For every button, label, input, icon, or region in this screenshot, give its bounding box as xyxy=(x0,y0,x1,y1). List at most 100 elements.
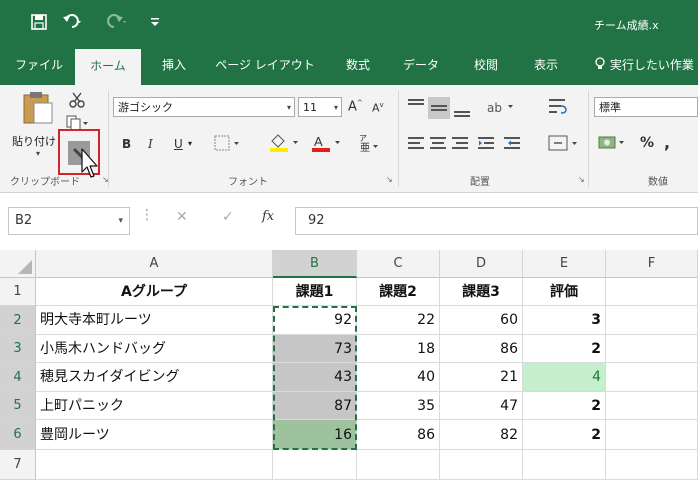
cell-f1[interactable] xyxy=(606,278,698,306)
formula-input[interactable]: 92 xyxy=(295,207,698,235)
number-format-select[interactable]: 標準 xyxy=(594,97,698,117)
cell-d7[interactable] xyxy=(440,450,523,480)
cell-c3[interactable]: 18 xyxy=(357,335,440,363)
cell-e2[interactable]: 3 xyxy=(523,306,606,335)
underline-button[interactable]: U xyxy=(174,137,183,151)
row-header-6[interactable]: 6 xyxy=(0,420,36,450)
column-header-e[interactable]: E xyxy=(523,250,606,278)
cell-a2[interactable]: 明大寺本町ルーツ xyxy=(36,306,273,335)
tab-insert[interactable]: 挿入 xyxy=(146,45,202,85)
insert-function-button[interactable]: fx xyxy=(262,209,274,224)
column-header-f[interactable]: F xyxy=(606,250,698,278)
paste-dropdown-icon[interactable]: ▾ xyxy=(36,149,40,158)
orientation-icon[interactable]: ab xyxy=(486,97,516,120)
row-header-4[interactable]: 4 xyxy=(0,363,36,392)
bold-button[interactable]: B xyxy=(122,137,131,151)
cell-d3[interactable]: 86 xyxy=(440,335,523,363)
row-header-2[interactable]: 2 xyxy=(0,306,36,335)
row-header-3[interactable]: 3 xyxy=(0,335,36,363)
font-name-select[interactable]: 游ゴシック ▾ xyxy=(113,97,295,117)
cell-c1[interactable]: 課題2 xyxy=(357,278,440,306)
percent-button[interactable]: % xyxy=(640,135,654,151)
cell-b5[interactable]: 87 xyxy=(273,392,357,420)
tab-data[interactable]: データ xyxy=(390,45,452,85)
cell-b6[interactable]: 16 xyxy=(273,420,357,450)
select-all-button[interactable] xyxy=(0,250,36,278)
tab-review[interactable]: 校閲 xyxy=(458,45,514,85)
cell-d5[interactable]: 47 xyxy=(440,392,523,420)
cell-d2[interactable]: 60 xyxy=(440,306,523,335)
cell-a3[interactable]: 小馬木ハンドバッグ xyxy=(36,335,273,363)
wrap-text-icon[interactable] xyxy=(548,97,568,120)
align-buttons-icon[interactable] xyxy=(408,135,528,154)
row-header-7[interactable]: 7 xyxy=(0,450,36,480)
cell-c5[interactable]: 35 xyxy=(357,392,440,420)
cell-f2[interactable] xyxy=(606,306,698,335)
tab-formulas[interactable]: 数式 xyxy=(330,45,386,85)
border-icon[interactable] xyxy=(214,135,242,154)
cut-icon[interactable] xyxy=(68,91,86,112)
decrease-font-icon[interactable]: Av xyxy=(372,101,384,115)
cell-f6[interactable] xyxy=(606,420,698,450)
fill-color-icon[interactable] xyxy=(268,133,302,156)
cell-f5[interactable] xyxy=(606,392,698,420)
row-header-5[interactable]: 5 xyxy=(0,392,36,420)
cell-e1[interactable]: 評価 xyxy=(523,278,606,306)
cell-e4[interactable]: 4 xyxy=(523,363,606,392)
font-size-select[interactable]: 11 ▾ xyxy=(298,97,342,117)
cell-c7[interactable] xyxy=(357,450,440,480)
undo-icon[interactable] xyxy=(62,12,84,34)
enter-icon[interactable]: ✓ xyxy=(222,209,234,225)
cell-b4[interactable]: 43 xyxy=(273,363,357,392)
cell-c6[interactable]: 86 xyxy=(357,420,440,450)
tab-page-layout[interactable]: ページ レイアウト xyxy=(206,45,324,85)
phonetic-icon[interactable]: ア亜 xyxy=(357,131,381,158)
cell-f3[interactable] xyxy=(606,335,698,363)
customize-icon[interactable] xyxy=(150,14,160,32)
cell-a4[interactable]: 穂見スカイダイビング xyxy=(36,363,273,392)
alignment-launcher-icon[interactable]: ↘ xyxy=(578,175,585,184)
cancel-icon[interactable]: ✕ xyxy=(176,209,188,225)
cell-d4[interactable]: 21 xyxy=(440,363,523,392)
cell-a1[interactable]: Aグループ xyxy=(36,278,273,306)
comma-button[interactable]: , xyxy=(664,133,670,152)
chevron-down-icon[interactable]: ▾ xyxy=(188,139,192,148)
column-header-d[interactable]: D xyxy=(440,250,523,278)
cell-d1[interactable]: 課題3 xyxy=(440,278,523,306)
cell-a6[interactable]: 豊岡ルーツ xyxy=(36,420,273,450)
align-top-icon[interactable] xyxy=(408,97,480,122)
italic-button[interactable]: I xyxy=(148,137,153,151)
cell-e3[interactable]: 2 xyxy=(523,335,606,363)
paste-label[interactable]: 貼り付け xyxy=(12,133,56,149)
chevron-down-icon[interactable]: ▾ xyxy=(118,208,123,234)
save-icon[interactable] xyxy=(30,13,48,35)
column-header-a[interactable]: A xyxy=(36,250,273,278)
merge-center-icon[interactable] xyxy=(548,135,580,154)
tab-view[interactable]: 表示 xyxy=(518,45,574,85)
tab-home[interactable]: ホーム xyxy=(75,49,141,85)
cell-e7[interactable] xyxy=(523,450,606,480)
name-box[interactable]: B2 ▾ xyxy=(8,207,130,235)
cell-f4[interactable] xyxy=(606,363,698,392)
redo-icon[interactable] xyxy=(106,12,128,34)
cell-b3[interactable]: 73 xyxy=(273,335,357,363)
cell-b7[interactable] xyxy=(273,450,357,480)
increase-font-icon[interactable]: A^ xyxy=(348,99,363,114)
cell-c2[interactable]: 22 xyxy=(357,306,440,335)
cell-c4[interactable]: 40 xyxy=(357,363,440,392)
font-color-icon[interactable]: A xyxy=(310,133,344,156)
cell-a7[interactable] xyxy=(36,450,273,480)
column-header-c[interactable]: C xyxy=(357,250,440,278)
cell-a5[interactable]: 上町パニック xyxy=(36,392,273,420)
cell-e6[interactable]: 2 xyxy=(523,420,606,450)
cell-b1[interactable]: 課題1 xyxy=(273,278,357,306)
cell-b2[interactable]: 92 xyxy=(273,306,357,335)
currency-icon[interactable] xyxy=(598,133,628,156)
cell-f7[interactable] xyxy=(606,450,698,480)
tell-me-box[interactable]: 実行したい作業 xyxy=(594,45,694,85)
font-launcher-icon[interactable]: ↘ xyxy=(386,175,393,184)
column-header-b[interactable]: B xyxy=(273,250,357,278)
cell-d6[interactable]: 82 xyxy=(440,420,523,450)
cell-e5[interactable]: 2 xyxy=(523,392,606,420)
paste-icon[interactable] xyxy=(22,91,54,128)
